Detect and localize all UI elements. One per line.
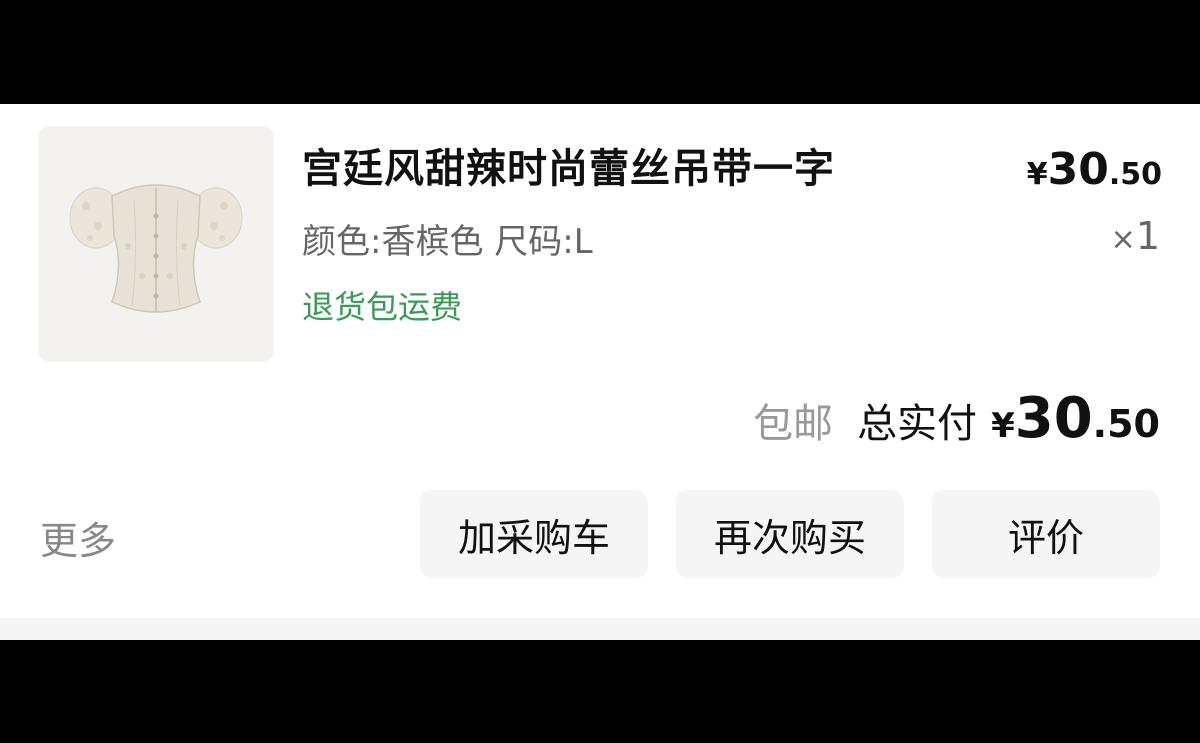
quantity-value: 1 bbox=[1135, 214, 1160, 258]
unit-price-decimal: .50 bbox=[1108, 157, 1162, 192]
review-button[interactable]: 评价 bbox=[932, 490, 1160, 578]
product-spec: 颜色:香槟色 尺码:L bbox=[302, 222, 593, 262]
quantity-prefix: × bbox=[1110, 222, 1136, 257]
unit-price-currency: ¥ bbox=[1026, 157, 1048, 192]
product-image[interactable] bbox=[38, 126, 274, 362]
total-decimal: .50 bbox=[1092, 402, 1160, 446]
total-currency: ¥ bbox=[991, 406, 1015, 446]
corset-top-icon bbox=[38, 126, 274, 362]
top-letterbox bbox=[0, 0, 1200, 104]
bottom-letterbox bbox=[0, 640, 1200, 743]
more-button[interactable]: 更多 bbox=[40, 510, 116, 565]
quantity: ×1 bbox=[1111, 214, 1160, 258]
free-shipping-label: 包邮 bbox=[753, 401, 834, 447]
add-to-cart-button[interactable]: 加采购车 bbox=[420, 490, 648, 578]
product-title[interactable]: 宫廷风甜辣时尚蕾丝吊带一字 bbox=[302, 136, 835, 194]
buy-again-button[interactable]: 再次购买 bbox=[676, 490, 904, 578]
unit-price: ¥30.50 bbox=[1027, 144, 1162, 195]
total-integer: 30 bbox=[1014, 386, 1093, 451]
total-row: 包邮 总实付 ¥30.50 bbox=[753, 386, 1160, 451]
section-divider bbox=[0, 618, 1200, 640]
unit-price-integer: 30 bbox=[1047, 144, 1109, 195]
order-item-card: 宫廷风甜辣时尚蕾丝吊带一字 颜色:香槟色 尺码:L 退货包运费 ¥30.50 ×… bbox=[0, 104, 1200, 618]
return-shipping-tag: 退货包运费 bbox=[302, 288, 463, 326]
total-paid-label: 总实付 bbox=[857, 401, 978, 447]
